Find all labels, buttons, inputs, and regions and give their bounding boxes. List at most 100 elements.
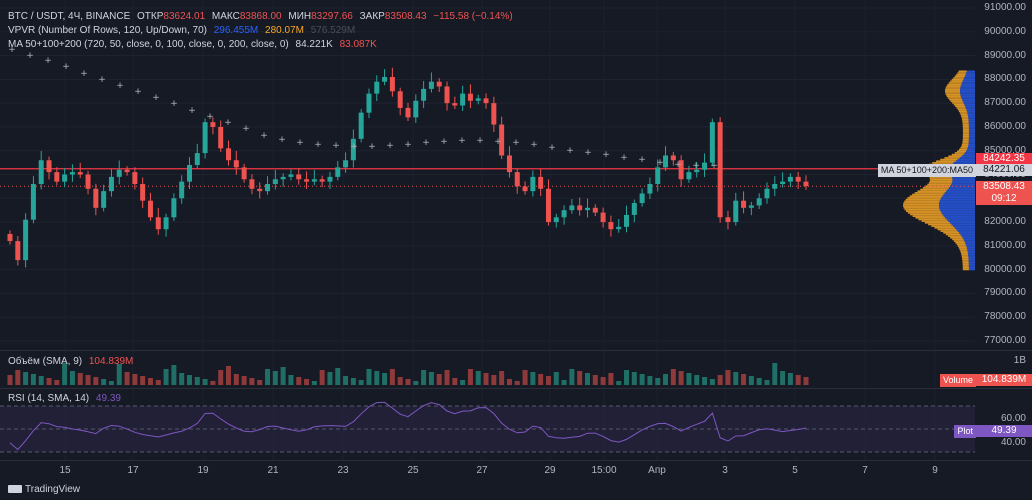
vpvr-bar-down bbox=[947, 83, 962, 86]
vpvr-bar-down bbox=[903, 207, 940, 209]
volume-legend[interactable]: Объём (SMA, 9) 104.839M bbox=[8, 355, 137, 369]
volume-bar bbox=[694, 375, 700, 385]
vpvr-bar-down bbox=[904, 200, 940, 202]
vpvr-bar-up bbox=[963, 102, 975, 104]
candle-body bbox=[491, 103, 497, 125]
vpvr-bar-up bbox=[968, 260, 975, 262]
high-label: МАКС bbox=[211, 11, 240, 22]
price-tick: 87000.00 bbox=[984, 97, 1026, 109]
price-tick: 78000.00 bbox=[984, 311, 1026, 323]
vpvr-bar-down bbox=[946, 95, 961, 98]
vpvr-bar-up bbox=[939, 203, 975, 206]
low-label: МИН bbox=[288, 11, 312, 22]
vpvr-bar-up bbox=[940, 198, 975, 201]
candle-body bbox=[226, 148, 232, 161]
vpvr-bar-up bbox=[968, 123, 975, 126]
price-tick: 82000.00 bbox=[984, 216, 1026, 228]
candle-body bbox=[62, 174, 68, 182]
volume-bar bbox=[366, 369, 372, 385]
ma-marker: + bbox=[494, 137, 502, 147]
volume-bar bbox=[249, 378, 255, 385]
vpvr-bar-up bbox=[945, 217, 975, 219]
vpvr-bar-down bbox=[961, 117, 969, 119]
bar-timer-tag: 09:12 bbox=[976, 193, 1032, 205]
vpvr-bar-down bbox=[912, 215, 944, 217]
price-tick: 89000.00 bbox=[984, 49, 1026, 61]
candle-body bbox=[296, 174, 302, 180]
volume-bar bbox=[358, 380, 364, 385]
price-tick: 91000.00 bbox=[984, 2, 1026, 13]
volume-bar bbox=[46, 378, 52, 385]
vpvr-bar-down bbox=[924, 222, 950, 224]
vpvr-bar-down bbox=[962, 261, 969, 264]
vpvr-bar-up bbox=[953, 225, 975, 227]
candle-body bbox=[343, 160, 349, 168]
vpvr-bar-up bbox=[968, 255, 975, 257]
candle-body bbox=[748, 205, 754, 208]
vpvr-bar-down bbox=[962, 265, 969, 267]
candle-body bbox=[725, 217, 731, 223]
change-value: −115.58 (−0.14%) bbox=[433, 11, 513, 22]
vpvr-legend[interactable]: VPVR (Number Of Rows, 120, Up/Down, 70) … bbox=[8, 24, 359, 38]
vpvr-bar-down bbox=[915, 217, 946, 219]
time-tick: 15:00 bbox=[591, 465, 617, 476]
candle-body bbox=[140, 184, 146, 201]
rsi-legend[interactable]: RSI (14, SMA, 14) 49.39 bbox=[8, 392, 125, 406]
vpvr-bar-down bbox=[912, 193, 944, 196]
candle-body bbox=[413, 100, 419, 118]
candle-body bbox=[577, 205, 583, 211]
vpvr-bar-up bbox=[966, 70, 975, 73]
vpvr-bar-up bbox=[965, 243, 975, 246]
vpvr-bar-up bbox=[964, 103, 975, 106]
vpvr-bar-up bbox=[950, 185, 975, 187]
ma-legend[interactable]: MA 50+100+200 (720, 50, close, 0, 100, c… bbox=[8, 38, 381, 52]
candle-body bbox=[506, 155, 512, 173]
vpvr-bar-down bbox=[960, 251, 968, 254]
pane-separator-volume[interactable] bbox=[0, 350, 1032, 351]
vpvr-bar-up bbox=[968, 137, 975, 139]
open-value: 83624.01 bbox=[163, 11, 206, 22]
vpvr-bar-up bbox=[964, 152, 975, 154]
time-tick: 29 bbox=[544, 465, 556, 476]
close-value: 83508.43 bbox=[384, 11, 427, 22]
vpvr-bar-up bbox=[960, 90, 975, 93]
vpvr-bar-down bbox=[961, 256, 969, 259]
vpvr-bar-up bbox=[967, 251, 975, 254]
tradingview-logo[interactable]: TradingView bbox=[8, 484, 80, 495]
vpvr-bar-down bbox=[962, 118, 969, 121]
vpvr-bar-up bbox=[968, 127, 975, 129]
vpvr-bar-up bbox=[954, 227, 975, 229]
vpvr-bar-down bbox=[952, 102, 964, 104]
vpvr-bar-up bbox=[968, 143, 975, 146]
candle-body bbox=[327, 176, 333, 182]
candle-body bbox=[108, 176, 114, 192]
high-value: 83868.00 bbox=[239, 11, 282, 22]
volume-bar bbox=[670, 369, 676, 385]
vpvr-bar-up bbox=[966, 110, 975, 113]
candle-body bbox=[514, 172, 520, 187]
price-chart[interactable]: ++ +++++++++++++ + + + + + + + + + + + + + + + + + + + + + + + + + bbox=[0, 0, 1032, 500]
candle-body bbox=[171, 198, 177, 218]
vpvr-bar-up bbox=[963, 78, 975, 81]
volume-bar bbox=[374, 371, 380, 385]
volume-bar bbox=[795, 375, 801, 385]
volume-bar bbox=[499, 371, 505, 385]
vpvr-bar-up bbox=[939, 207, 975, 209]
vpvr-bar-down bbox=[929, 180, 953, 182]
vpvr-bar-up bbox=[960, 233, 975, 236]
vpvr-bar-up bbox=[939, 208, 975, 211]
volume-bar bbox=[397, 377, 403, 385]
vpvr-bar-down bbox=[962, 266, 969, 269]
volume-bar bbox=[787, 373, 793, 385]
pane-separator-rsi[interactable] bbox=[0, 388, 1032, 389]
ma-marker: + bbox=[620, 153, 628, 163]
symbol-name[interactable]: BTC / USDT, 4Ч, BINANCE bbox=[8, 11, 130, 22]
volume-bar bbox=[382, 373, 388, 385]
vpvr-bar-up bbox=[965, 242, 975, 244]
volume-bar bbox=[304, 379, 310, 385]
vpvr-bar-down bbox=[909, 195, 943, 197]
candle-body bbox=[38, 160, 44, 185]
ma-marker: + bbox=[44, 56, 52, 66]
candle-body bbox=[77, 172, 83, 175]
volume-bar bbox=[764, 380, 770, 385]
